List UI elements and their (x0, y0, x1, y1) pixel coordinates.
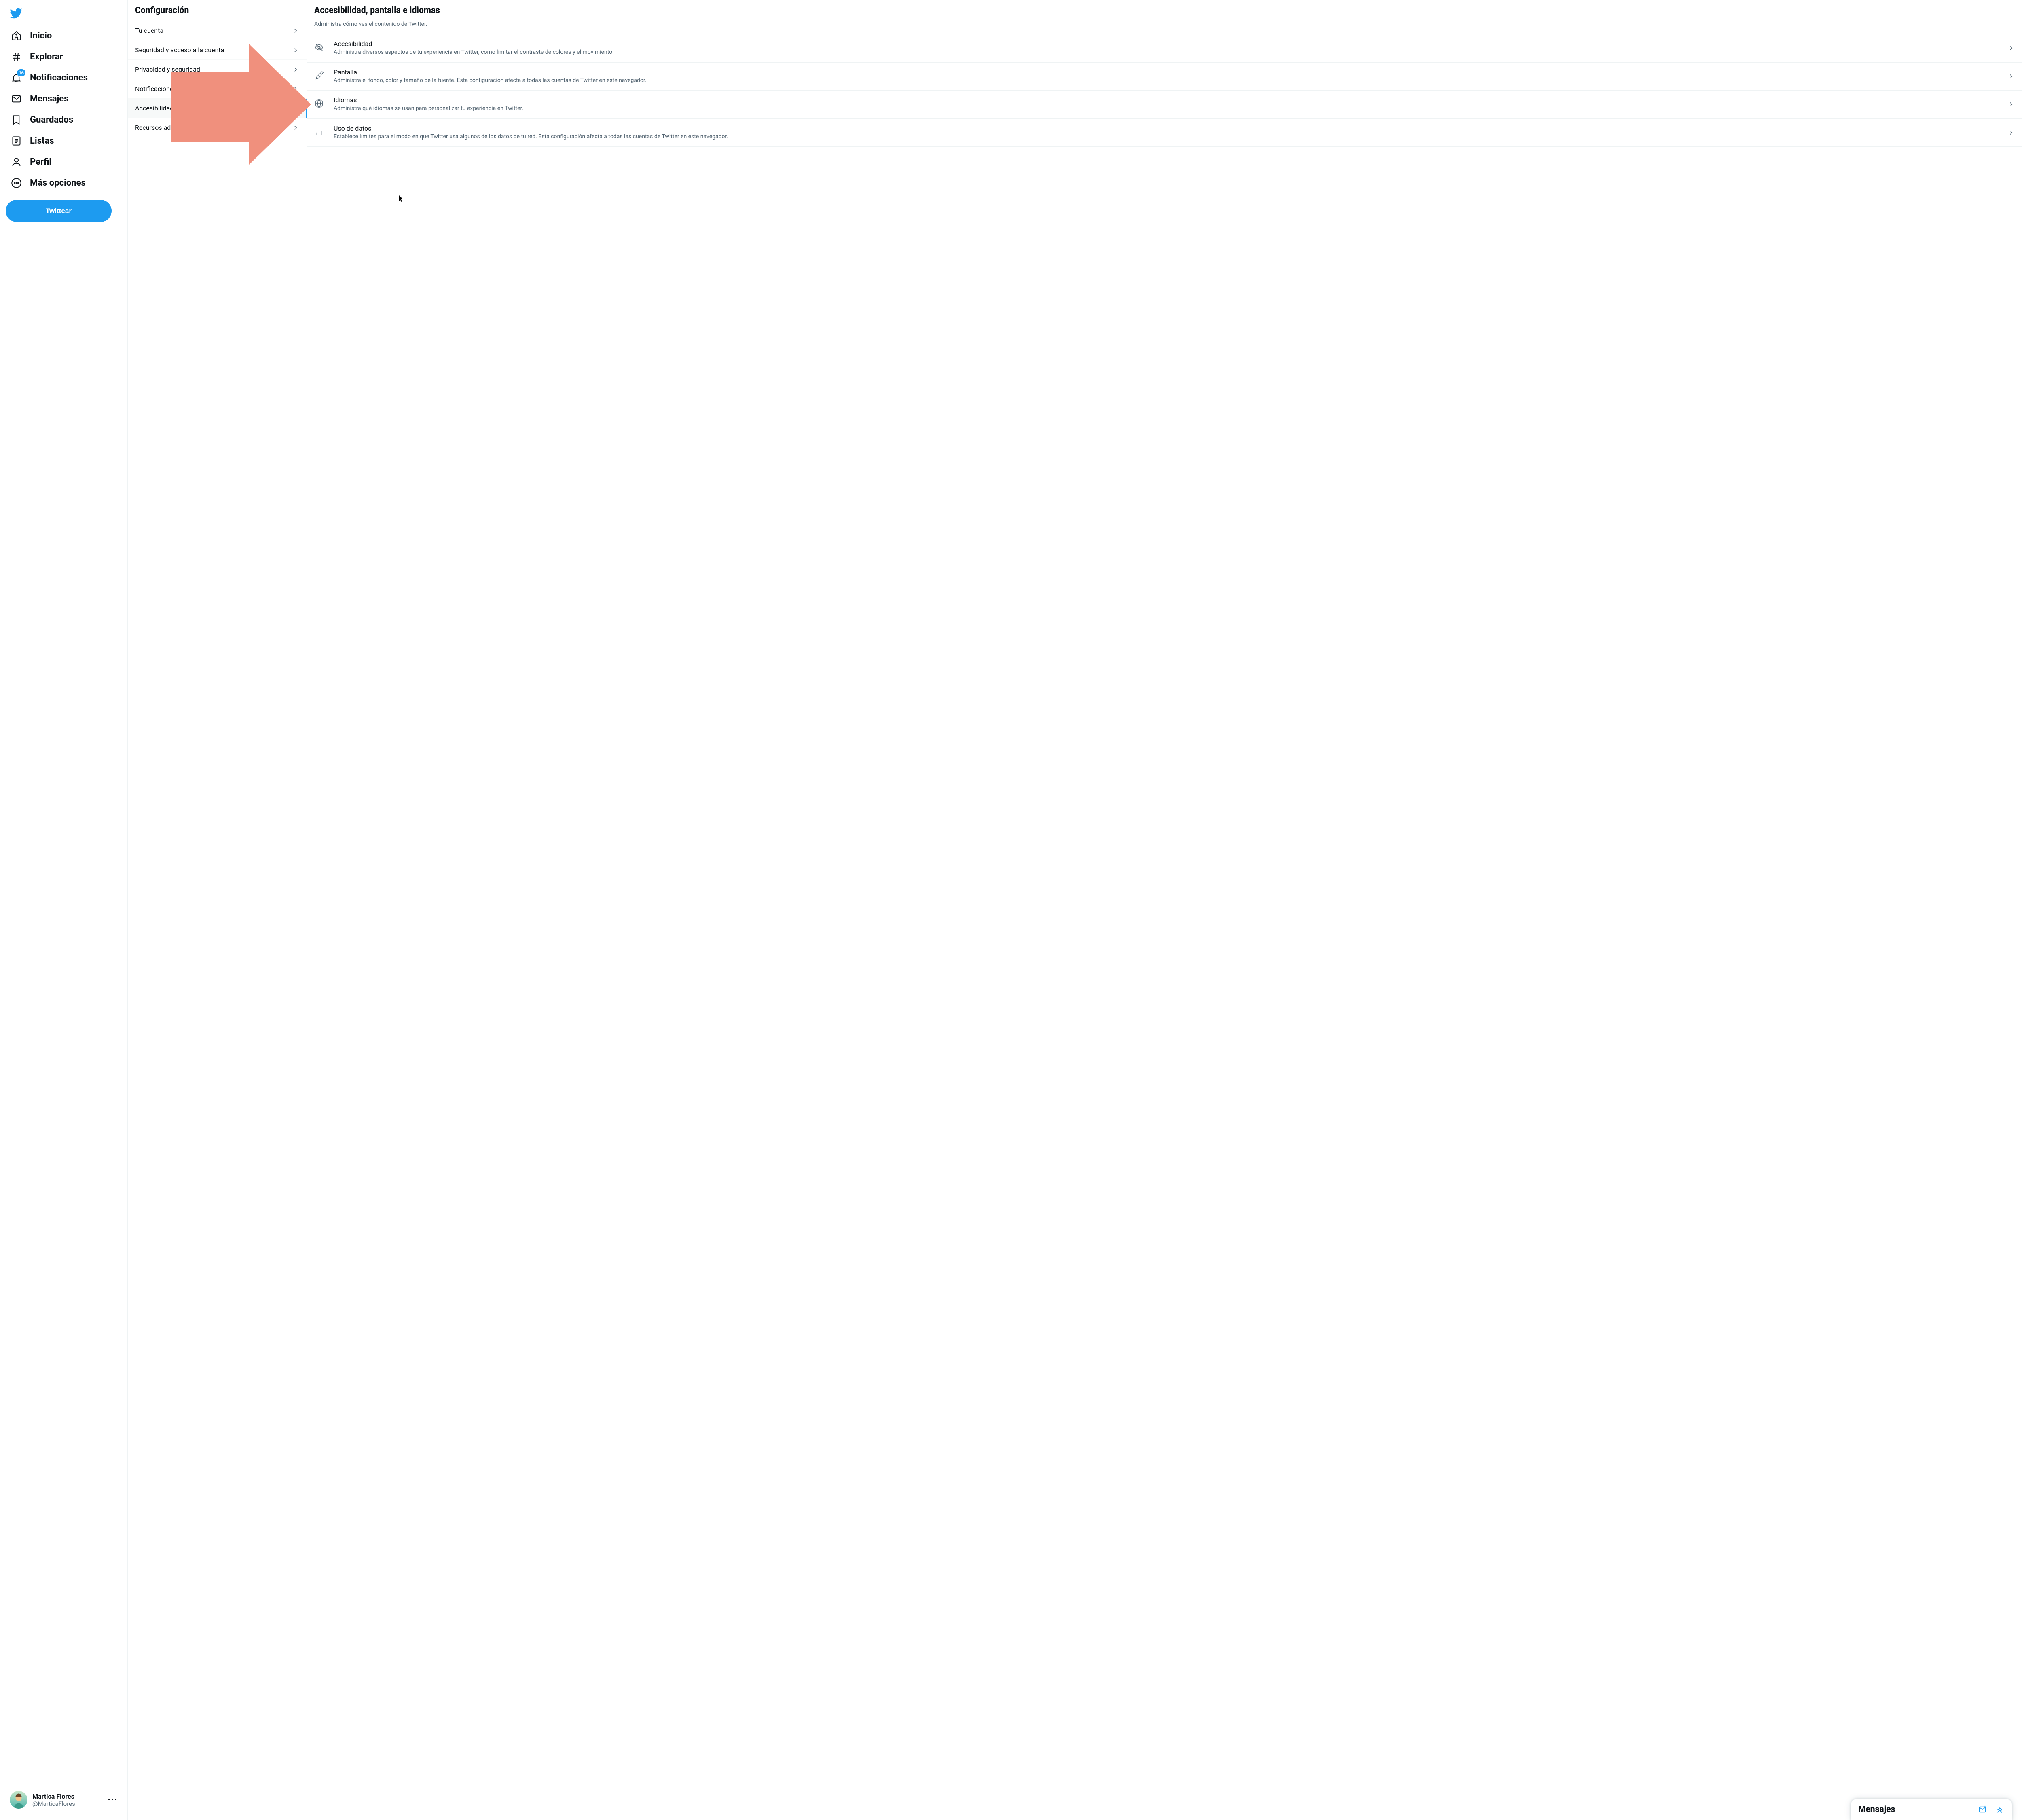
detail-item-sub: Administra qué idiomas se usan para pers… (334, 105, 2000, 113)
detail-item-title: Accesibilidad (334, 40, 2000, 48)
detail-item-accessibility[interactable]: Accesibilidad Administra diversos aspect… (307, 34, 2022, 63)
twitter-bird-icon (9, 7, 22, 20)
user-handle: @MarticaFlores (32, 1800, 108, 1807)
more-circle-icon (11, 177, 22, 188)
nav-bookmarks[interactable]: Guardados (6, 109, 122, 130)
chevron-right-icon (2007, 101, 2015, 108)
chevron-up-double-icon[interactable] (1995, 1805, 2005, 1814)
settings-row-security[interactable]: Seguridad y acceso a la cuenta (128, 40, 307, 60)
nav-label: Guardados (30, 115, 73, 125)
detail-description: Administra cómo ves el contenido de Twit… (307, 21, 2022, 34)
settings-row-account[interactable]: Tu cuenta (128, 21, 307, 40)
settings-row-label: Privacidad y seguridad (135, 66, 200, 73)
settings-row-label: Seguridad y acceso a la cuenta (135, 46, 224, 54)
globe-icon (314, 99, 324, 108)
user-name: Martica Flores (32, 1793, 108, 1800)
twitter-logo[interactable] (6, 3, 26, 23)
sidebar-nav: Inicio Explorar 16 Notificaciones Mensaj… (0, 0, 127, 1820)
chevron-right-icon (291, 105, 298, 112)
detail-item-data-usage[interactable]: Uso de datos Establece límites para el m… (307, 119, 2022, 147)
detail-item-sub: Administra el fondo, color y tamaño de l… (334, 77, 2000, 85)
detail-title: Accesibilidad, pantalla e idiomas (307, 0, 2022, 21)
messages-dock-title: Mensajes (1858, 1805, 1971, 1814)
user-account-chip[interactable]: Martica Flores @MarticaFlores ••• (6, 1787, 122, 1813)
nav-label: Más opciones (30, 178, 86, 188)
eye-off-icon (314, 42, 324, 52)
settings-title: Configuración (128, 0, 307, 21)
detail-item-title: Uso de datos (334, 125, 2000, 132)
detail-item-display[interactable]: Pantalla Administra el fondo, color y ta… (307, 63, 2022, 91)
nav-home[interactable]: Inicio (6, 25, 122, 46)
chevron-right-icon (2007, 44, 2015, 52)
chevron-right-icon (292, 124, 299, 131)
settings-row-notifications[interactable]: Notificaciones (128, 79, 307, 99)
nav-messages[interactable]: Mensajes (6, 88, 122, 109)
settings-row-label: Tu cuenta (135, 27, 163, 34)
bell-icon: 16 (11, 72, 22, 83)
chevron-right-icon (292, 85, 299, 93)
nav-label: Notificaciones (30, 73, 88, 83)
nav-label: Inicio (30, 31, 52, 41)
nav-label: Mensajes (30, 94, 68, 104)
settings-row-label: Notificaciones (135, 85, 177, 93)
avatar (10, 1791, 27, 1809)
nav-label: Explorar (30, 52, 63, 62)
hash-icon (11, 51, 22, 62)
detail-item-sub: Establece límites para el modo en que Tw… (334, 133, 2000, 141)
detail-item-title: Idiomas (334, 96, 2000, 104)
chevron-right-icon (292, 27, 299, 34)
bar-chart-icon (314, 127, 324, 137)
nav-explore[interactable]: Explorar (6, 46, 122, 67)
settings-row-label: Recursos adicionales (135, 124, 197, 131)
list-icon (11, 135, 22, 146)
brush-icon (314, 71, 324, 80)
new-message-icon[interactable] (1978, 1805, 1988, 1814)
settings-column: Configuración Tu cuenta Seguridad y acce… (127, 0, 307, 1820)
detail-item-languages[interactable]: Idiomas Administra qué idiomas se usan p… (307, 91, 2022, 119)
chevron-right-icon (2007, 129, 2015, 136)
settings-row-privacy[interactable]: Privacidad y seguridad (128, 60, 307, 79)
settings-row-resources[interactable]: Recursos adicionales (128, 118, 307, 137)
chevron-right-icon (292, 47, 299, 54)
home-icon (11, 30, 22, 41)
person-icon (11, 156, 22, 167)
notification-badge: 16 (17, 69, 26, 77)
detail-item-title: Pantalla (334, 68, 2000, 76)
settings-row-label: Accesibilidad, pantalla e idiomas (135, 104, 229, 112)
chevron-right-icon (2007, 73, 2015, 80)
more-icon[interactable]: ••• (108, 1796, 118, 1804)
nav-label: Listas (30, 136, 54, 146)
nav-notifications[interactable]: 16 Notificaciones (6, 67, 122, 88)
nav-profile[interactable]: Perfil (6, 151, 122, 172)
nav-lists[interactable]: Listas (6, 130, 122, 151)
mail-icon (11, 93, 22, 104)
bookmark-icon (11, 114, 22, 125)
detail-item-sub: Administra diversos aspectos de tu exper… (334, 49, 2000, 57)
tweet-button[interactable]: Twittear (6, 200, 112, 222)
nav-label: Perfil (30, 157, 51, 167)
detail-column: Accesibilidad, pantalla e idiomas Admini… (307, 0, 2022, 1820)
settings-row-accessibility[interactable]: Accesibilidad, pantalla e idiomas (128, 99, 307, 118)
nav-more[interactable]: Más opciones (6, 172, 122, 193)
chevron-right-icon (292, 66, 299, 73)
messages-dock[interactable]: Mensajes (1851, 1799, 2012, 1820)
